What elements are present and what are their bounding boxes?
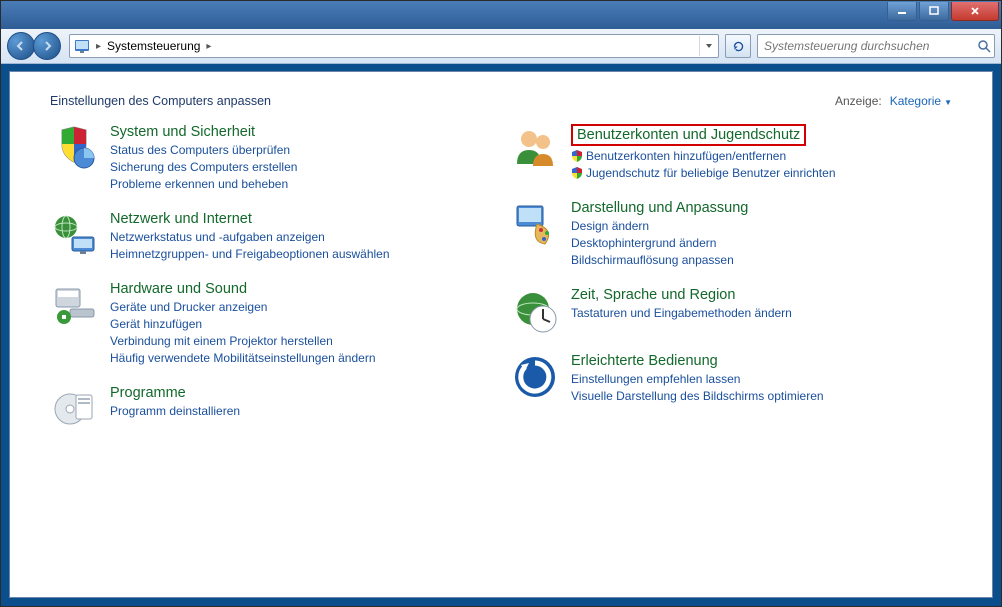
task-link[interactable]: Programm deinstallieren <box>110 403 491 420</box>
view-dropdown[interactable]: Kategorie▼ <box>890 94 952 108</box>
task-link[interactable]: Häufig verwendete Mobilitätseinstellunge… <box>110 350 491 367</box>
task-link[interactable]: Sicherung des Computers erstellen <box>110 159 491 176</box>
breadcrumb-arrow-icon[interactable]: ▸ <box>94 41 103 52</box>
ease-icon[interactable] <box>511 353 559 401</box>
uac-shield-icon <box>571 167 583 179</box>
search-input[interactable] <box>758 39 974 53</box>
category-ease: Erleichterte Bedienung Einstellungen empf… <box>511 353 952 405</box>
task-link[interactable]: Verbindung mit einem Projektor herstelle… <box>110 333 491 350</box>
category-title[interactable]: Programme <box>110 385 491 401</box>
content-pane: Einstellungen des Computers anpassen Anz… <box>9 71 993 598</box>
task-link[interactable]: Gerät hinzufügen <box>110 316 491 333</box>
minimize-button[interactable] <box>887 2 917 21</box>
breadcrumb-arrow-icon[interactable]: ▸ <box>204 41 213 52</box>
category-shield-chart: System und Sicherheit Status des Computer… <box>50 124 491 193</box>
highlight-box: Benutzerkonten und Jugendschutz <box>571 124 806 146</box>
category-title[interactable]: Darstellung und Anpassung <box>571 200 952 216</box>
category-title[interactable]: Zeit, Sprache und Region <box>571 287 952 303</box>
close-icon <box>970 6 980 16</box>
category-grid: System und Sicherheit Status des Computer… <box>10 114 992 461</box>
programs-icon[interactable] <box>50 385 98 433</box>
clock-icon[interactable] <box>511 287 559 335</box>
refresh-button[interactable] <box>725 34 751 58</box>
task-link[interactable]: Jugendschutz für beliebige Benutzer einr… <box>571 165 952 182</box>
task-link[interactable]: Design ändern <box>571 218 952 235</box>
history-dropdown-button[interactable] <box>699 36 718 56</box>
address-bar[interactable]: ▸ Systemsteuerung ▸ <box>69 34 719 58</box>
task-link[interactable]: Desktophintergrund ändern <box>571 235 952 252</box>
task-link[interactable]: Bildschirmauflösung anpassen <box>571 252 952 269</box>
task-link[interactable]: Netzwerkstatus und -aufgaben anzeigen <box>110 229 491 246</box>
category-title[interactable]: Erleichterte Bedienung <box>571 353 952 369</box>
minimize-icon <box>897 6 907 16</box>
search-box[interactable] <box>757 34 995 58</box>
task-link[interactable]: Visuelle Darstellung des Bildschirms opt… <box>571 388 952 405</box>
task-link[interactable]: Tastaturen und Eingabemethoden ändern <box>571 305 952 322</box>
back-button[interactable] <box>7 32 35 60</box>
content-header: Einstellungen des Computers anpassen Anz… <box>10 72 992 114</box>
right-column: Benutzerkonten und Jugendschutz Benutzerk… <box>511 124 952 451</box>
left-column: System und Sicherheit Status des Computer… <box>50 124 491 451</box>
task-link[interactable]: Geräte und Drucker anzeigen <box>110 299 491 316</box>
control-panel-icon <box>74 38 90 54</box>
view-label: Anzeige: <box>835 94 882 108</box>
network-icon[interactable] <box>50 211 98 259</box>
forward-button[interactable] <box>33 32 61 60</box>
control-panel-window: ▸ Systemsteuerung ▸ Einstellungen des Co… <box>0 0 1002 607</box>
maximize-icon <box>929 6 939 16</box>
window-buttons <box>885 1 999 21</box>
task-link[interactable]: Heimnetzgruppen- und Freigabeoptionen au… <box>110 246 491 263</box>
category-title[interactable]: System und Sicherheit <box>110 124 491 140</box>
category-programs: Programme Programm deinstallieren <box>50 385 491 433</box>
appearance-icon[interactable] <box>511 200 559 248</box>
page-title: Einstellungen des Computers anpassen <box>50 94 835 108</box>
category-clock: Zeit, Sprache und Region Tastaturen und E… <box>511 287 952 335</box>
breadcrumb-root[interactable]: Systemsteuerung <box>103 39 204 53</box>
category-title[interactable]: Netzwerk und Internet <box>110 211 491 227</box>
chevron-down-icon <box>705 42 713 50</box>
close-button[interactable] <box>951 2 999 21</box>
task-link[interactable]: Einstellungen empfehlen lassen <box>571 371 952 388</box>
shield-chart-icon[interactable] <box>50 124 98 172</box>
task-link[interactable]: Status des Computers überprüfen <box>110 142 491 159</box>
task-link[interactable]: Probleme erkennen und beheben <box>110 176 491 193</box>
nav-arrows <box>7 32 61 60</box>
hardware-icon[interactable] <box>50 281 98 329</box>
users-icon[interactable] <box>511 124 559 172</box>
refresh-icon <box>732 40 745 53</box>
task-link[interactable]: Benutzerkonten hinzufügen/entfernen <box>571 148 952 165</box>
category-network: Netzwerk und Internet Netzwerkstatus und … <box>50 211 491 263</box>
titlebar[interactable] <box>1 1 1001 29</box>
maximize-button[interactable] <box>919 2 949 21</box>
search-icon[interactable] <box>974 39 994 53</box>
arrow-right-icon <box>41 40 53 52</box>
nav-toolbar: ▸ Systemsteuerung ▸ <box>1 29 1001 64</box>
view-value: Kategorie <box>890 94 941 108</box>
chevron-down-icon: ▼ <box>944 98 952 107</box>
category-title[interactable]: Benutzerkonten und Jugendschutz <box>571 124 952 146</box>
uac-shield-icon <box>571 150 583 162</box>
arrow-left-icon <box>15 40 27 52</box>
category-appearance: Darstellung und Anpassung Design ändernDe… <box>511 200 952 269</box>
category-title[interactable]: Hardware und Sound <box>110 281 491 297</box>
category-hardware: Hardware und Sound Geräte und Drucker anz… <box>50 281 491 367</box>
category-users: Benutzerkonten und Jugendschutz Benutzerk… <box>511 124 952 182</box>
